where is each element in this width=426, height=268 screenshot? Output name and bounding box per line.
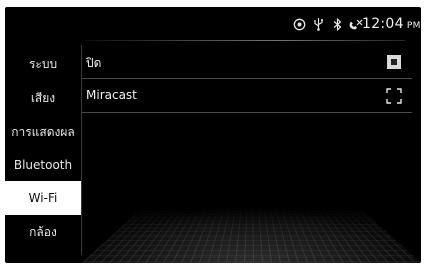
sidebar-item-label: กล้อง	[29, 224, 57, 239]
list-item-label: ปิด	[86, 56, 102, 70]
clock-time: 12:04	[362, 16, 404, 32]
status-divider	[85, 40, 405, 41]
sidebar-item-sound[interactable]: เสียง	[5, 81, 81, 115]
sidebar-item-label: การแสดงผล	[11, 124, 75, 139]
expand-screen-icon[interactable]	[386, 88, 402, 104]
sidebar-item-label: Bluetooth	[13, 158, 73, 172]
list-item-off[interactable]: ปิด	[82, 46, 412, 79]
status-bar: 12:04 PM	[5, 7, 421, 41]
sidebar-item-label: เสียง	[30, 90, 56, 105]
sidebar-item-display[interactable]: การแสดงผล	[5, 115, 81, 149]
wifi-settings-list: ปิด Miracast	[82, 45, 421, 263]
status-icons	[292, 15, 363, 33]
radio-selected-icon[interactable]	[386, 54, 402, 70]
sidebar-item-wifi[interactable]: Wi-Fi	[5, 181, 81, 215]
sidebar-item-bluetooth[interactable]: Bluetooth	[5, 148, 81, 182]
phone-signal-off-icon	[349, 17, 363, 31]
settings-screen: 12:04 PM ระบบ เสียง การแสดงผล Bluetooth W…	[5, 7, 421, 263]
bluetooth-icon	[330, 17, 344, 31]
list-item-miracast[interactable]: Miracast	[82, 80, 412, 113]
sidebar-item-system[interactable]: ระบบ	[5, 47, 81, 81]
navigation-circle-icon	[292, 17, 306, 31]
sidebar-item-camera[interactable]: กล้อง	[5, 215, 81, 249]
sidebar-item-label: Wi-Fi	[28, 191, 58, 205]
usb-icon	[311, 17, 325, 31]
clock-ampm: PM	[406, 21, 421, 31]
sidebar: ระบบ เสียง การแสดงผล Bluetooth Wi-Fi กล้…	[5, 45, 81, 249]
list-item-label: Miracast	[86, 88, 137, 102]
sidebar-item-label: ระบบ	[28, 56, 58, 71]
clock: 12:04 PM	[362, 15, 421, 33]
